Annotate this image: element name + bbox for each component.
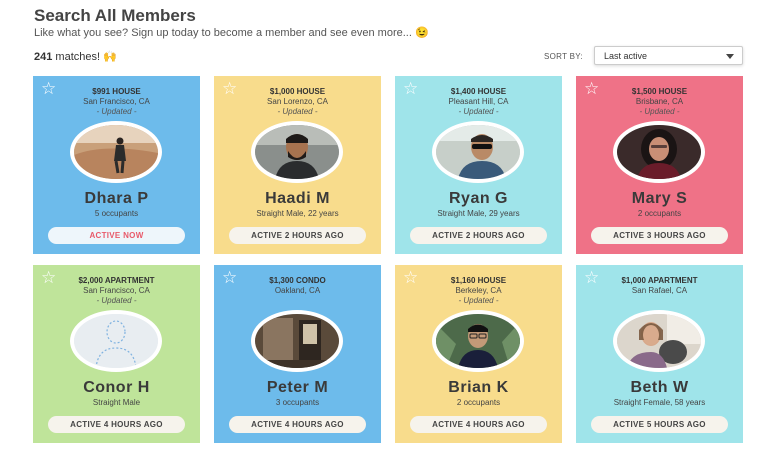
status-badge: ACTIVE NOW xyxy=(48,227,185,244)
member-photo[interactable] xyxy=(251,121,343,183)
photo-desert-person-icon xyxy=(74,125,158,179)
listing-price: $1,160 HOUSE xyxy=(450,276,507,285)
chevron-down-icon xyxy=(726,54,734,59)
member-detail: Straight Male, 29 years xyxy=(437,209,520,218)
member-name[interactable]: Peter M xyxy=(214,379,381,397)
updated-label: - Updated - xyxy=(458,107,499,116)
listing-location: Berkeley, CA xyxy=(455,286,502,295)
updated-label: - Updated - xyxy=(96,107,137,116)
listing-location: San Francisco, CA xyxy=(83,286,150,295)
match-count: 241 matches! 🙌 xyxy=(34,50,117,63)
photo-woman-dark-icon xyxy=(617,125,701,179)
listing-location: Oakland, CA xyxy=(274,286,321,295)
member-photo[interactable] xyxy=(613,121,705,183)
sort-label: SORT BY: xyxy=(544,52,584,61)
photo-man-glasses-icon xyxy=(436,314,520,368)
listing-location: Pleasant Hill, CA xyxy=(448,97,509,106)
status-badge: ACTIVE 3 HOURS AGO xyxy=(591,227,728,244)
member-photo[interactable] xyxy=(432,310,524,372)
listing-price: $2,000 APARTMENT xyxy=(78,276,155,285)
member-detail: 3 occupants xyxy=(275,398,320,407)
listing-location: San Francisco, CA xyxy=(83,97,150,106)
status-badge: ACTIVE 4 HOURS AGO xyxy=(410,416,547,433)
member-photo[interactable] xyxy=(613,310,705,372)
member-detail: Straight Male xyxy=(92,398,141,407)
photo-room-interior-icon xyxy=(255,314,339,368)
member-name[interactable]: Conor H xyxy=(33,379,200,397)
member-photo[interactable] xyxy=(432,121,524,183)
default-avatar-icon xyxy=(74,314,158,368)
member-name[interactable]: Haadi M xyxy=(214,190,381,208)
status-badge: ACTIVE 2 HOURS AGO xyxy=(410,227,547,244)
photo-woman-dog-icon xyxy=(617,314,701,368)
member-card[interactable]: ☆ $1,000 HOUSE San Lorenzo, CA - Updated… xyxy=(214,76,381,254)
member-card[interactable]: ☆ $2,000 APARTMENT San Francisco, CA - U… xyxy=(33,265,200,443)
sort-select-value: Last active xyxy=(604,51,648,61)
listing-price: $991 HOUSE xyxy=(92,87,141,96)
member-detail: 5 occupants xyxy=(94,209,139,218)
updated-label: - Updated - xyxy=(458,296,499,305)
listing-price: $1,000 APARTMENT xyxy=(621,276,698,285)
member-detail: 2 occupants xyxy=(637,209,682,218)
member-card[interactable]: ☆ $1,500 HOUSE Brisbane, CA - Updated - … xyxy=(576,76,743,254)
member-card[interactable]: ☆ $1,400 HOUSE Pleasant Hill, CA - Updat… xyxy=(395,76,562,254)
match-count-number: 241 xyxy=(34,51,53,63)
member-card[interactable]: ☆ $1,000 APARTMENT San Rafael, CA Beth W… xyxy=(576,265,743,443)
updated-label: - Updated - xyxy=(96,296,137,305)
updated-label: - Updated - xyxy=(277,107,318,116)
member-name[interactable]: Brian K xyxy=(395,379,562,397)
member-card[interactable]: ☆ $991 HOUSE San Francisco, CA - Updated… xyxy=(33,76,200,254)
listing-location: Brisbane, CA xyxy=(635,97,684,106)
status-badge: ACTIVE 4 HOURS AGO xyxy=(48,416,185,433)
updated-label: - Updated - xyxy=(639,107,680,116)
match-count-suffix: matches! 🙌 xyxy=(55,51,117,63)
member-name[interactable]: Beth W xyxy=(576,379,743,397)
listing-location: San Lorenzo, CA xyxy=(267,97,328,106)
status-badge: ACTIVE 5 HOURS AGO xyxy=(591,416,728,433)
listing-price: $1,300 CONDO xyxy=(269,276,326,285)
status-badge: ACTIVE 4 HOURS AGO xyxy=(229,416,366,433)
member-card[interactable]: ☆ $1,300 CONDO Oakland, CA Peter M 3 occ… xyxy=(214,265,381,443)
member-detail: Straight Male, 22 years xyxy=(256,209,339,218)
member-card[interactable]: ☆ $1,160 HOUSE Berkeley, CA - Updated - … xyxy=(395,265,562,443)
photo-man-beard-icon xyxy=(255,125,339,179)
listing-price: $1,500 HOUSE xyxy=(631,87,688,96)
page-title: Search All Members xyxy=(34,6,196,25)
photo-man-sunglasses-icon xyxy=(436,125,520,179)
member-photo[interactable] xyxy=(251,310,343,372)
member-detail: Straight Female, 58 years xyxy=(613,398,706,407)
member-name[interactable]: Dhara P xyxy=(33,190,200,208)
member-name[interactable]: Mary S xyxy=(576,190,743,208)
member-detail: 2 occupants xyxy=(456,398,501,407)
listing-location: San Rafael, CA xyxy=(631,286,688,295)
member-photo[interactable] xyxy=(70,121,162,183)
status-badge: ACTIVE 2 HOURS AGO xyxy=(229,227,366,244)
member-name[interactable]: Ryan G xyxy=(395,190,562,208)
listing-price: $1,400 HOUSE xyxy=(450,87,507,96)
member-photo[interactable] xyxy=(70,310,162,372)
page-subtitle: Like what you see? Sign up today to beco… xyxy=(34,27,429,39)
sort-select[interactable]: Last active xyxy=(594,46,743,65)
listing-price: $1,000 HOUSE xyxy=(269,87,326,96)
